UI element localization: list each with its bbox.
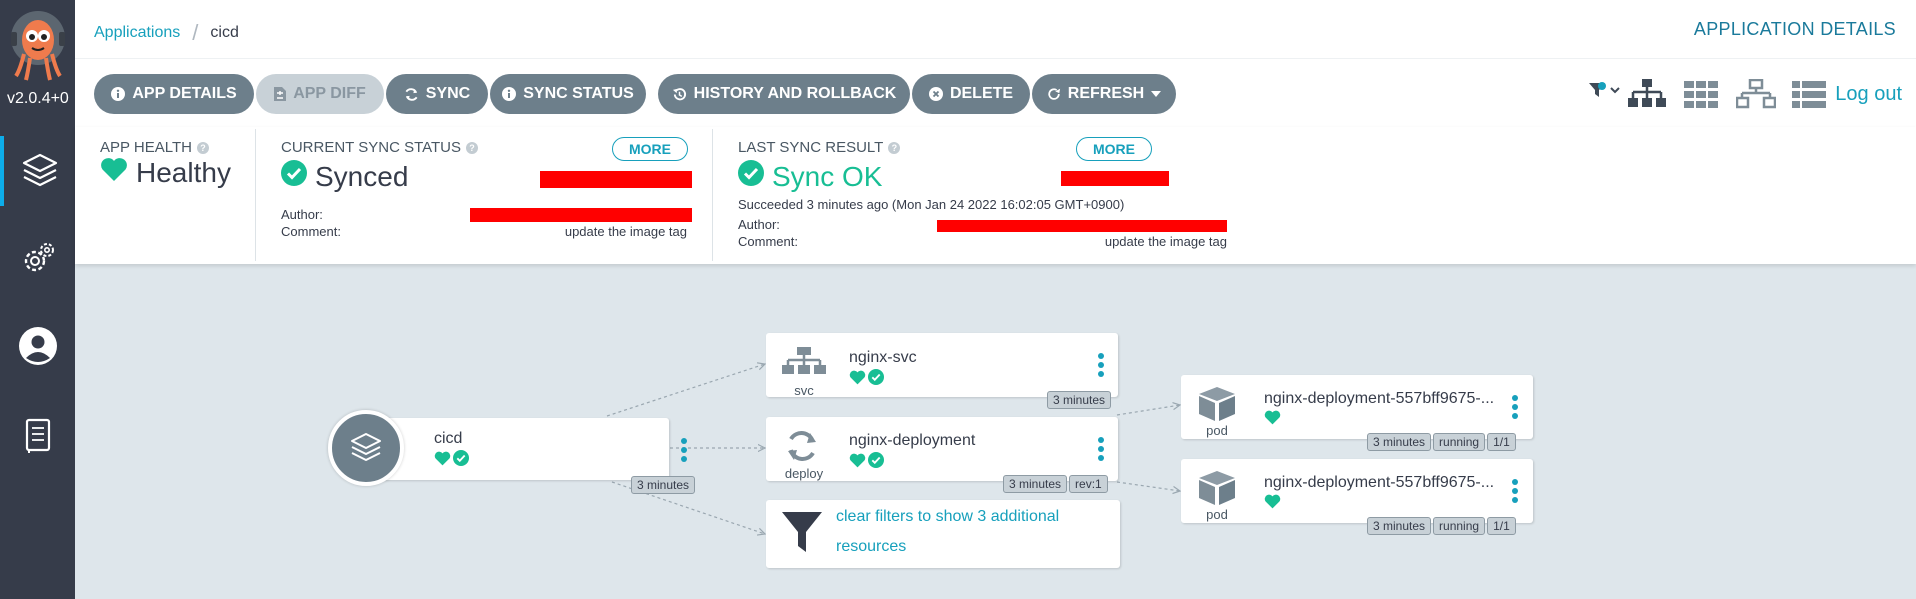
hidden-resources-node: clear filters to show 3 additional resou… [766, 500, 1120, 568]
node-name: nginx-svc [849, 349, 917, 366]
check-circle-icon [868, 369, 884, 390]
revision-tag: rev:1 [1069, 475, 1108, 493]
layers-icon [351, 433, 381, 461]
resource-node-pod[interactable]: pod nginx-deployment-557bff9675-... 3 mi… [1181, 459, 1533, 535]
age-tag: 3 minutes [1367, 517, 1432, 535]
node-name: nginx-deployment-557bff9675-... [1264, 474, 1495, 491]
resource-node-svc[interactable]: svc nginx-svc 3 minutes [766, 333, 1118, 409]
node-kind: pod [1206, 423, 1228, 438]
kebab-menu-icon[interactable] [1098, 353, 1104, 377]
node-tags: 3 minutes [1047, 391, 1112, 409]
ready-tag: 1/1 [1487, 517, 1516, 535]
node-tags: 3 minutes running 1/1 [1367, 433, 1516, 451]
node-tags: 3 minutes running 1/1 [1367, 517, 1516, 535]
heart-icon [434, 451, 451, 471]
node-name: nginx-deployment [849, 432, 976, 449]
resource-node-pod[interactable]: pod nginx-deployment-557bff9675-... 3 mi… [1181, 375, 1533, 451]
clear-filters-link[interactable]: clear filters to show 3 additional resou… [836, 502, 1066, 562]
node-tags: 3 minutes rev:1 [1003, 475, 1108, 493]
age-tag: 3 minutes [1003, 475, 1068, 493]
node-status [849, 369, 884, 390]
state-tag: running [1433, 433, 1486, 451]
node-kind: deploy [784, 466, 824, 481]
ready-tag: 1/1 [1487, 433, 1516, 451]
age-tag: 3 minutes [1367, 433, 1432, 451]
kebab-menu-icon[interactable] [681, 438, 687, 462]
heart-icon [849, 370, 866, 390]
node-kind: pod [1206, 507, 1228, 522]
kebab-menu-icon[interactable] [1512, 479, 1518, 503]
app-root-icon [328, 410, 404, 486]
heart-icon [1264, 410, 1281, 430]
app-node-cicd[interactable]: cicd 3 minutes [362, 418, 696, 494]
node-kind: svc [794, 383, 814, 398]
heart-icon [849, 453, 866, 473]
cube-icon [1199, 471, 1235, 510]
cube-icon [1199, 387, 1235, 426]
check-circle-icon [453, 450, 469, 471]
node-status [1264, 494, 1281, 514]
funnel-icon [782, 512, 822, 557]
sync-icon [782, 429, 822, 468]
node-name: nginx-deployment-557bff9675-... [1264, 390, 1495, 407]
node-tags: 3 minutes [631, 476, 696, 494]
check-circle-icon [868, 452, 884, 473]
age-tag: 3 minutes [631, 476, 696, 494]
node-name: cicd [434, 430, 463, 447]
kebab-menu-icon[interactable] [1098, 437, 1104, 461]
sitemap-icon [782, 347, 826, 380]
age-tag: 3 minutes [1047, 391, 1112, 409]
resource-node-deploy[interactable]: deploy nginx-deployment 3 minutes rev:1 [766, 417, 1118, 493]
state-tag: running [1433, 517, 1486, 535]
node-status [1264, 410, 1281, 430]
kebab-menu-icon[interactable] [1512, 395, 1518, 419]
node-status [849, 452, 884, 473]
heart-icon [1264, 494, 1281, 514]
node-status [434, 450, 469, 471]
